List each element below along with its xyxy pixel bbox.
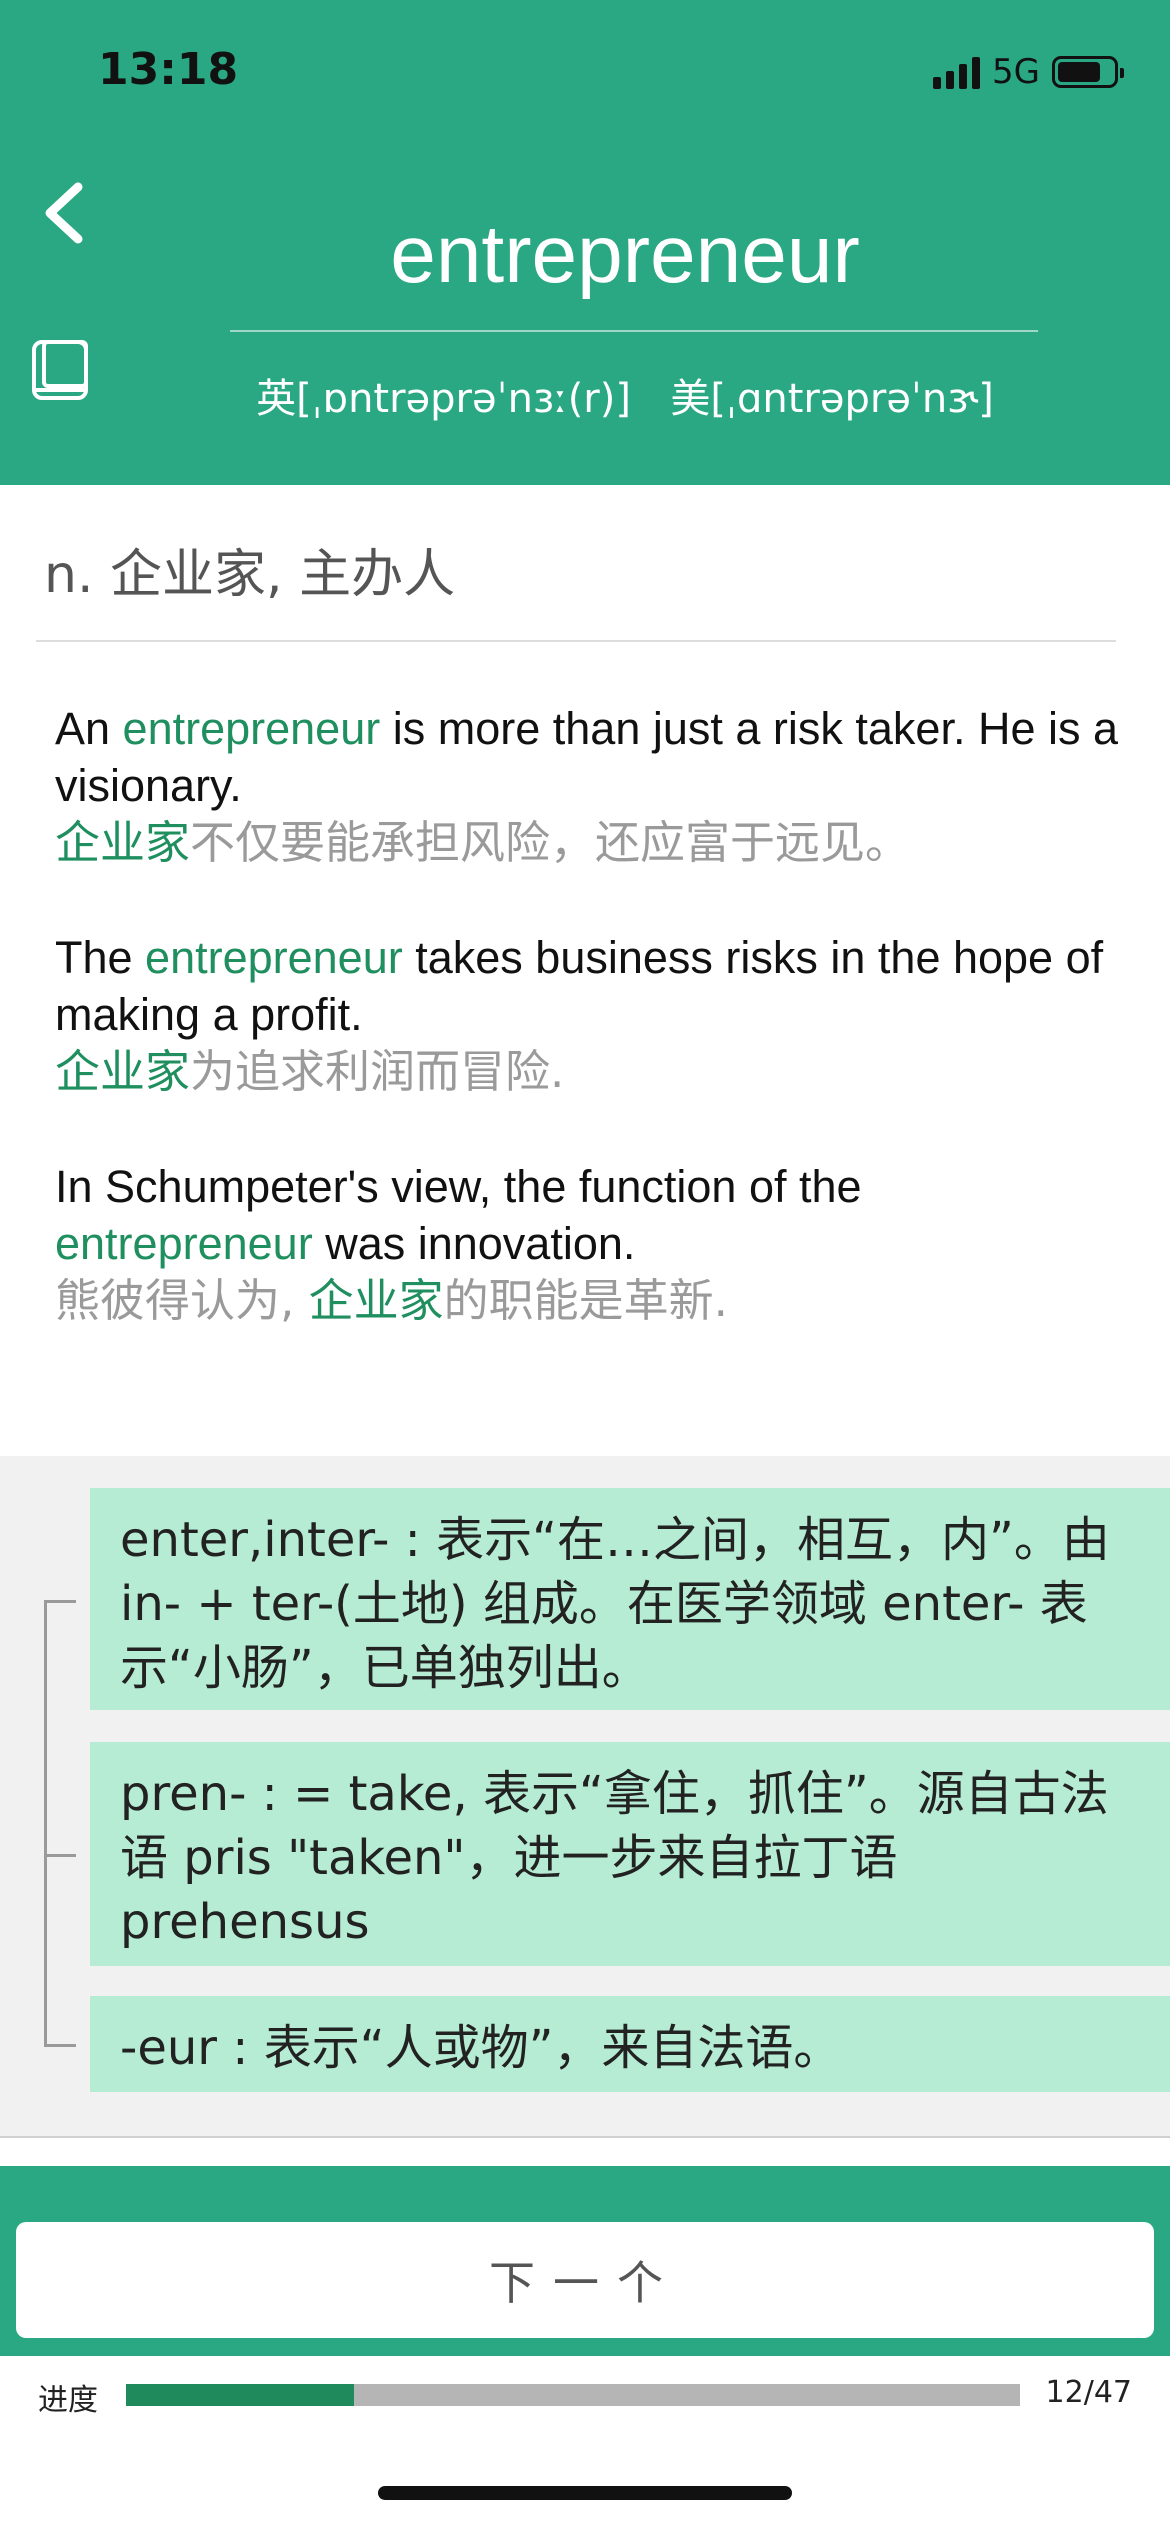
text: The (55, 932, 146, 983)
cellular-signal-icon (933, 55, 981, 89)
etymology-tree-branch (44, 1600, 76, 1603)
phonetics: 英[ˌɒntrəprəˈnɜː(r)] 美[ˌɑntrəprəˈnɝ] (230, 366, 1020, 424)
phonetic-us[interactable]: 美[ˌɑntrəprəˈnɝ] (670, 376, 994, 422)
word-title: entrepreneur (390, 209, 860, 300)
highlighted-word: entrepreneur (145, 932, 403, 983)
battery-icon (1052, 56, 1124, 88)
status-indicators: 5G (933, 52, 1124, 92)
text: 熊彼得认为, (55, 1274, 309, 1327)
text: An (55, 703, 123, 754)
text: 的职能是革新. (443, 1274, 728, 1327)
example-chinese: 企业家为追求利润而冒险. (55, 1043, 1130, 1100)
wordbook-button[interactable] (30, 338, 94, 404)
etymology-root: enter,inter- : 表示“在…之间，相互，内”。由 in- + ter… (90, 1488, 1170, 1710)
etymology-root: -eur : 表示“人或物”，来自法语。 (90, 1996, 1170, 2092)
highlighted-word: 企业家 (55, 1045, 191, 1098)
example-item: In Schumpeter's view, the function of th… (55, 1158, 1130, 1329)
etymology-tree-line (44, 1600, 47, 2047)
phonetic-uk[interactable]: 英[ˌɒntrəprəˈnɜː(r)] (256, 376, 631, 422)
highlighted-word: entrepreneur (55, 1218, 313, 1269)
divider (230, 330, 1038, 332)
progress-bar (126, 2384, 1020, 2406)
example-chinese: 企业家不仅要能承担风险，还应富于远见。 (55, 814, 1130, 871)
divider (0, 2136, 1170, 2138)
home-indicator[interactable] (378, 2486, 792, 2500)
word-header: 13:18 5G entrepreneur 英[ˌɒntrəprəˈnɜː(r)… (0, 0, 1170, 485)
example-english: An entrepreneur is more than just a risk… (55, 700, 1130, 814)
highlighted-word: 企业家 (55, 816, 191, 869)
text: 不仅要能承担风险，还应富于远见。 (190, 816, 911, 869)
back-button[interactable] (36, 178, 92, 248)
example-sentences: An entrepreneur is more than just a risk… (55, 700, 1130, 1387)
example-item: An entrepreneur is more than just a risk… (55, 700, 1130, 871)
example-english: In Schumpeter's view, the function of th… (55, 1158, 1130, 1272)
status-time: 13:18 (98, 44, 239, 95)
progress-count: 12/47 (1045, 2375, 1132, 2410)
chevron-left-icon (45, 182, 83, 244)
text: In Schumpeter's view, the function of th… (55, 1161, 862, 1212)
progress-label: 进度 (38, 2383, 98, 2418)
text: 为追求利润而冒险. (190, 1045, 565, 1098)
next-button[interactable]: 下一个 (16, 2222, 1154, 2338)
text: was innovation. (312, 1218, 636, 1269)
highlighted-word: 企业家 (308, 1274, 444, 1327)
example-item: The entrepreneur takes business risks in… (55, 929, 1130, 1100)
progress-fill (126, 2384, 355, 2406)
etymology-tree-branch (44, 1854, 76, 1857)
definition-text: n. 企业家, 主办人 (44, 545, 456, 605)
example-english: The entrepreneur takes business risks in… (55, 929, 1130, 1043)
highlighted-word: entrepreneur (122, 703, 381, 754)
example-chinese: 熊彼得认为, 企业家的职能是革新. (55, 1272, 1130, 1329)
divider (36, 640, 1116, 642)
etymology-tree-branch (44, 2044, 76, 2047)
network-type: 5G (992, 52, 1040, 92)
book-icon (32, 340, 88, 400)
etymology-root: pren- : = take, 表示“拿住，抓住”。源自古法语 pris "ta… (90, 1742, 1170, 1966)
